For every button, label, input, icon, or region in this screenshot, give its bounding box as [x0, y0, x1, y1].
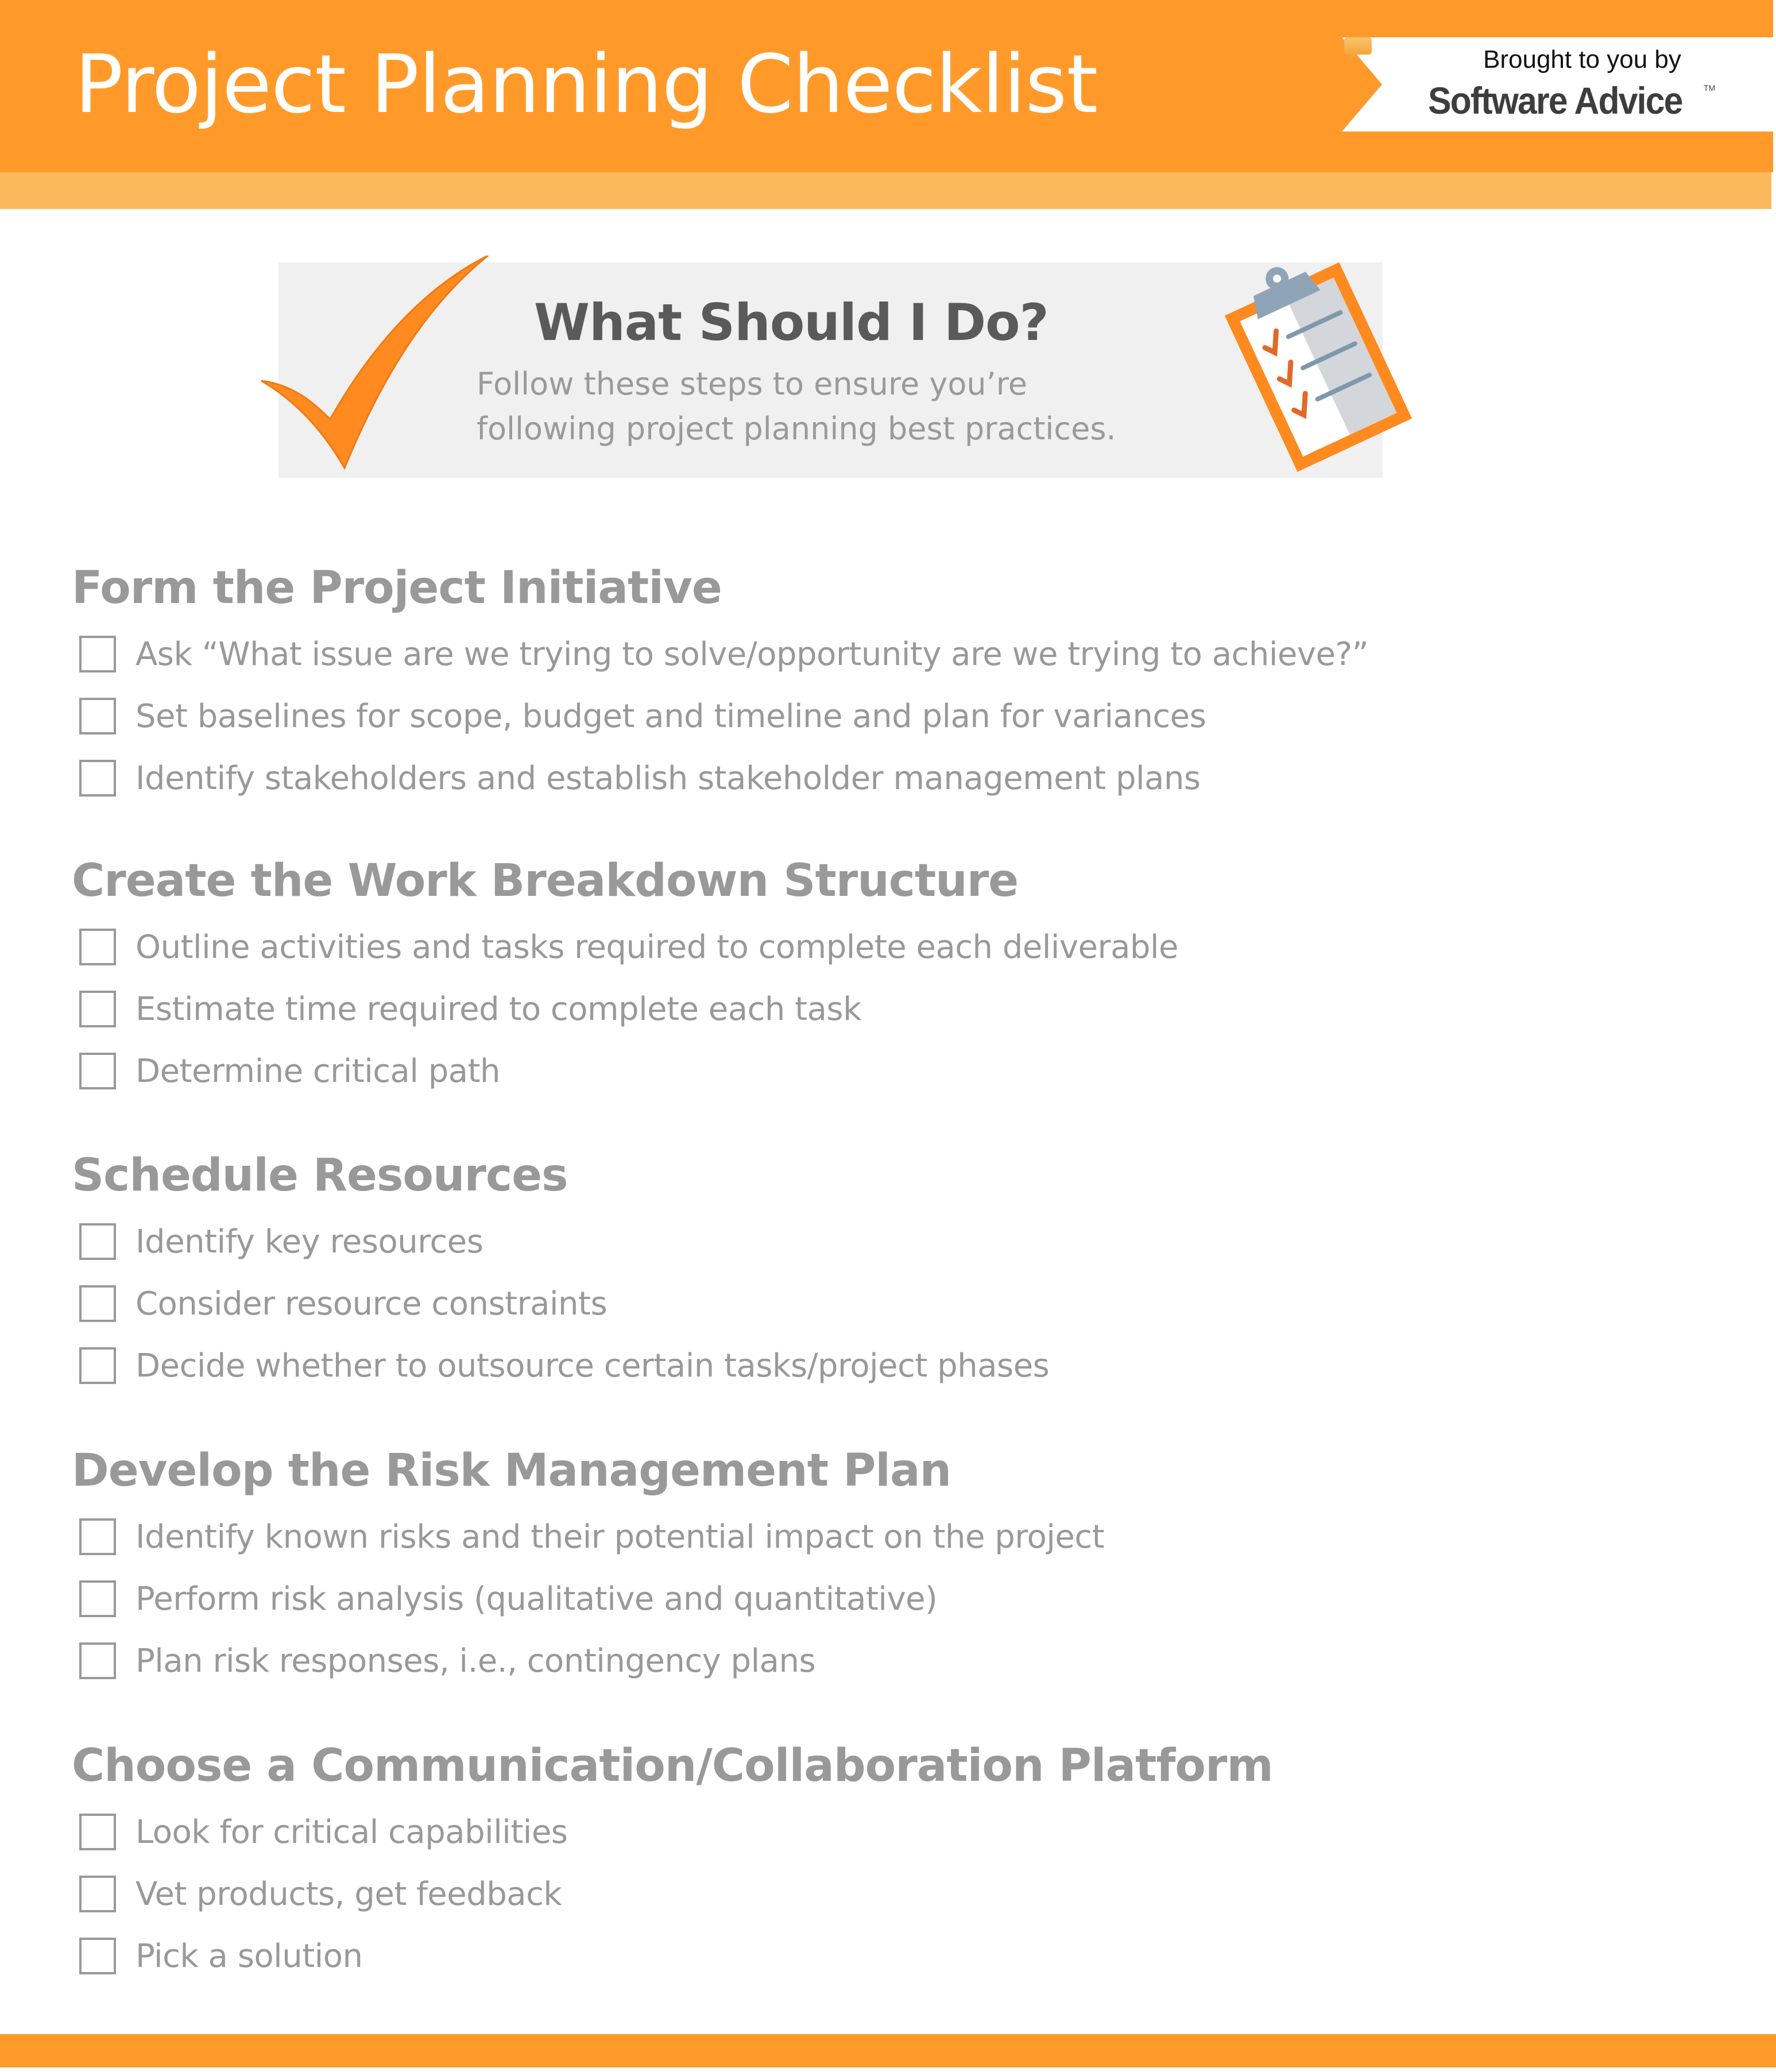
checkbox[interactable] — [79, 1938, 116, 1974]
checkbox[interactable] — [79, 1223, 116, 1260]
checkbox[interactable] — [79, 636, 116, 672]
speech-bubble-icon — [1344, 37, 1372, 61]
checklist-item[interactable]: Estimate time required to complete each … — [79, 978, 1178, 1040]
section-schedule-resources: Schedule Resources Identify key resource… — [72, 1150, 1050, 1397]
checklist-item-label: Look for critical capabilities — [136, 1813, 568, 1851]
section-title: Create the Work Breakdown Structure — [72, 855, 1019, 907]
checklist-item-label: Set baselines for scope, budget and time… — [136, 697, 1206, 735]
checkbox[interactable] — [79, 991, 116, 1027]
checklist-item-label: Identify stakeholders and establish stak… — [136, 759, 1201, 797]
checkbox[interactable] — [79, 1580, 116, 1617]
checklist-item[interactable]: Identify known risks and their potential… — [79, 1506, 1105, 1568]
checklist-item-label: Perform risk analysis (qualitative and q… — [136, 1580, 938, 1618]
brand-name: Software Advice — [1428, 79, 1683, 122]
checklist-item[interactable]: Decide whether to outsource certain task… — [79, 1335, 1050, 1397]
section-title: Develop the Risk Management Plan — [72, 1445, 951, 1497]
checkbox[interactable] — [79, 929, 116, 965]
section-title: Form the Project Initiative — [72, 562, 722, 614]
section-title: Choose a Communication/Collaboration Pla… — [72, 1740, 1274, 1792]
checklist-item-label: Plan risk responses, i.e., contingency p… — [136, 1642, 816, 1680]
checklist-item[interactable]: Pick a solution — [79, 1925, 1273, 1987]
checklist-item[interactable]: Perform risk analysis (qualitative and q… — [79, 1568, 1104, 1630]
checklist-item[interactable]: Consider resource constraints — [79, 1273, 1049, 1335]
checklist-item-label: Consider resource constraints — [136, 1285, 608, 1323]
brand-tagline: Brought to you by — [1483, 45, 1681, 74]
checklist-item-label: Ask “What issue are we trying to solve/o… — [136, 635, 1369, 673]
checkbox[interactable] — [79, 1347, 116, 1384]
checklist-item-label: Estimate time required to complete each … — [136, 990, 862, 1028]
checkbox[interactable] — [79, 760, 116, 797]
checkbox[interactable] — [79, 1053, 116, 1089]
checkbox[interactable] — [79, 1285, 116, 1322]
checklist-item[interactable]: Ask “What issue are we trying to solve/o… — [79, 623, 1369, 685]
page-title: Project Planning Checklist — [75, 38, 1098, 132]
section-collaboration-platform: Choose a Communication/Collaboration Pla… — [72, 1740, 1274, 1987]
intro-title: What Should I Do? — [534, 293, 1049, 352]
section-form-initiative: Form the Project Initiative Ask “What is… — [72, 562, 1369, 809]
clipboard-icon — [1224, 262, 1413, 472]
checkbox[interactable] — [79, 1814, 116, 1850]
intro-line: following project planning best practice… — [477, 411, 1116, 447]
section-risk-management: Develop the Risk Management Plan Identif… — [72, 1445, 1105, 1692]
checklist-item-label: Outline activities and tasks required to… — [136, 928, 1178, 966]
checklist-item[interactable]: Vet products, get feedback — [79, 1863, 1273, 1925]
header-accent-band — [0, 172, 1771, 209]
checklist-item[interactable]: Identify key resources — [79, 1211, 1049, 1273]
checklist-item-label: Identify key resources — [136, 1223, 483, 1261]
checkbox[interactable] — [79, 1642, 116, 1679]
checklist-item-label: Pick a solution — [136, 1937, 363, 1975]
checkbox[interactable] — [79, 698, 116, 735]
checkmark-icon — [261, 256, 489, 470]
checklist-item[interactable]: Determine critical path — [79, 1040, 1178, 1102]
checklist-item[interactable]: Plan risk responses, i.e., contingency p… — [79, 1630, 1104, 1692]
checkbox[interactable] — [79, 1518, 116, 1555]
intro-line: Follow these steps to ensure you’re — [477, 366, 1028, 402]
trademark-mark: TM — [1704, 83, 1716, 92]
checklist-item-label: Vet products, get feedback — [136, 1875, 562, 1913]
checklist-item[interactable]: Set baselines for scope, budget and time… — [79, 685, 1368, 747]
intro-text: Follow these steps to ensure you’re foll… — [477, 362, 1116, 451]
checkbox[interactable] — [79, 1876, 116, 1912]
checklist-item[interactable]: Look for critical capabilities — [79, 1801, 1273, 1863]
checklist-item-label: Determine critical path — [136, 1052, 501, 1090]
checklist-item-label: Decide whether to outsource certain task… — [136, 1347, 1050, 1385]
checklist-item[interactable]: Outline activities and tasks required to… — [79, 916, 1178, 978]
footer-banner — [0, 2034, 1776, 2067]
section-work-breakdown: Create the Work Breakdown Structure Outl… — [72, 859, 1178, 1102]
checklist-item-label: Identify known risks and their potential… — [136, 1518, 1105, 1556]
checklist-item[interactable]: Identify stakeholders and establish stak… — [79, 747, 1368, 809]
section-title: Schedule Resources — [72, 1150, 568, 1201]
brand-ribbon[interactable]: Brought to you by Software Advice TM — [1342, 37, 1776, 132]
